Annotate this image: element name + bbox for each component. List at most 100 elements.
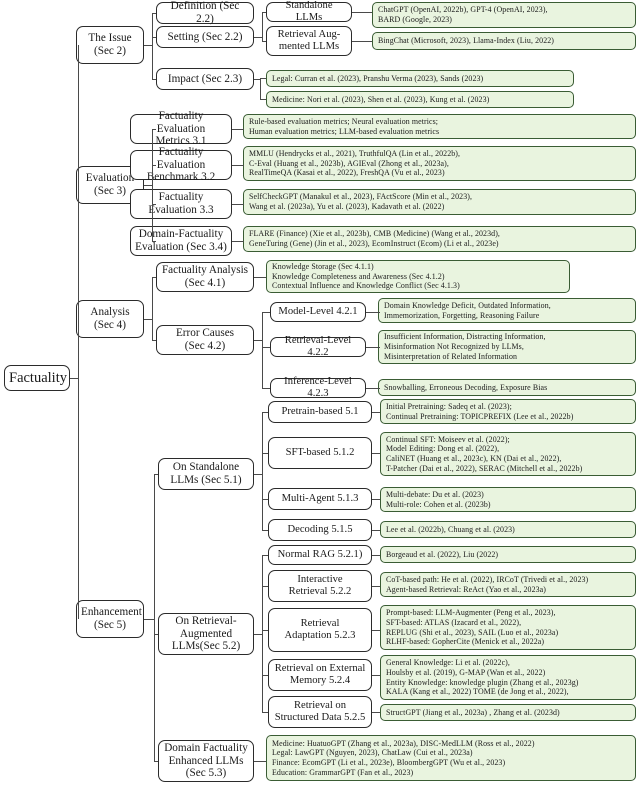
edge-decoding (262, 530, 268, 531)
leaf-impact-legal: Legal: Curran et al. (2023), Pranshu Ver… (266, 70, 574, 87)
edge-external-leaf (372, 675, 380, 676)
leaf-eval33-refs: SelfCheckGPT (Manakul et al., 2023), FAc… (243, 189, 636, 215)
node-analysis: Analysis (Sec 4) (76, 300, 144, 338)
edge-modellevel-leaf (366, 312, 380, 313)
node-eval-metrics: Factuality Evaluation Metrics 3.1 (130, 110, 232, 147)
node-setting: Setting (Sec 2.2) (156, 26, 254, 48)
leaf-impact-medicine: Medicine: Nori et al. (2023), Shen et al… (266, 91, 574, 108)
leaf-multi-agent-refs: Multi-debate: Du et al. (2023) Multi-rol… (380, 487, 636, 512)
node-retrieval-level: Retrieval-Level 4.2.2 (270, 335, 366, 358)
leaf-decoding-refs: Lee et al. (2022b), Chuang et al. (2023) (380, 521, 636, 538)
edge-inference-level (262, 388, 270, 389)
edge-adaptation-leaf (372, 630, 380, 631)
leaf-standalone-refs: ChatGPT (OpenAI, 2022b), GPT-4 (OpenAI, … (372, 2, 636, 28)
node-definition-label: Definition (Sec 2.2) (170, 0, 240, 25)
edge-sft (262, 453, 268, 454)
edge-eval33-leaf (232, 204, 244, 205)
edge-pretrain (262, 412, 268, 413)
edge-setting-rag (262, 41, 266, 42)
node-setting-label: Setting (Sec 2.2) (167, 30, 243, 43)
edge-multiagent-leaf (372, 499, 380, 500)
leaf-adaptation-refs: Prompt-based: LLM-Augmenter (Peng et al.… (380, 605, 636, 650)
edge-enhancement-spine (154, 474, 155, 761)
edge-eval-metrics (152, 129, 156, 130)
edge-benchmark-leaf (232, 165, 244, 166)
node-enhancement-label: Enhancement (Sec 5) (81, 606, 142, 631)
edge-eval-33 (152, 204, 156, 205)
edge-standalone-spine (262, 412, 263, 530)
edge-issue-definition (152, 13, 156, 14)
edge-issue-impact (152, 79, 156, 80)
edge-evaluation-spine (152, 129, 153, 241)
node-domain-enhanced: Domain Factuality Enhanced LLMs (Sec 5.3… (158, 740, 254, 782)
node-impact: Impact (Sec 2.3) (156, 68, 254, 90)
edge-analysis-out (144, 319, 152, 320)
node-standalone-llms: Standalone LLMs (266, 0, 352, 23)
node-rag-llms-label: Retrieval Aug- mented LLMs (277, 29, 341, 52)
edge-structured (262, 712, 268, 713)
edge-multiagent (262, 499, 268, 500)
edge-errorcauses-out (254, 340, 262, 341)
edge-decoding-leaf (372, 530, 380, 531)
node-on-standalone: On Standalone LLMs (Sec 5.1) (158, 458, 254, 490)
edge-impact-spine (260, 78, 261, 100)
edge-issue-out (144, 45, 152, 46)
edge-root-spine (78, 45, 79, 619)
node-root: Factuality (4, 365, 70, 391)
edge-issue-setting (152, 37, 156, 38)
leaf-domain-eval-refs: FLARE (Finance) (Xie et al., 2023b), CMB… (243, 226, 636, 252)
leaf-domain-enhanced-refs: Medicine: HuatuoGPT (Zhang et al., 2023a… (266, 735, 636, 781)
edge-structured-leaf (372, 712, 380, 713)
edge-setting-spine (262, 12, 263, 41)
edge-error-causes (152, 340, 156, 341)
node-eval-benchmark: Factuality Evaluation Benchmark 3.2 (130, 146, 232, 183)
leaf-external-refs: General Knowledge: Li et al. (2022c), Ho… (380, 655, 636, 700)
node-the-issue: The Issue (Sec 2) (76, 26, 144, 64)
edge-external (262, 675, 268, 676)
node-model-level: Model-Level 4.2.1 (270, 302, 366, 322)
node-factuality-analysis: Factuality Analysis (Sec 4.1) (156, 262, 254, 292)
edge-rag-leaf (352, 41, 372, 42)
node-on-rag: On Retrieval- Augmented LLMs(Sec 5.2) (158, 613, 254, 655)
node-the-issue-label: The Issue (Sec 2) (88, 32, 132, 57)
edge-impact-legal (260, 78, 266, 79)
edge-issue-spine (152, 13, 153, 79)
edge-standalone-leaf (352, 12, 372, 13)
leaf-model-level-refs: Domain Knowledge Deficit, Outdated Infor… (378, 298, 636, 323)
leaf-pretrain-refs: Initial Pretraining: Sadeq et al. (2023)… (380, 399, 636, 424)
edge-model-level (262, 312, 270, 313)
leaf-metrics-refs: Rule-based evaluation metrics; Neural ev… (243, 114, 636, 139)
edge-sft-leaf (372, 453, 380, 454)
edge-onrag-spine (262, 555, 263, 712)
edge-normalrag-leaf (372, 555, 380, 556)
edge-on-rag (154, 634, 158, 635)
leaf-sft-refs: Continual SFT: Moiseev et al. (2022); Mo… (380, 432, 636, 476)
node-standalone-llms-label: Standalone LLMs (285, 0, 333, 23)
edge-root-out (70, 378, 78, 379)
edge-domain-enhanced (154, 761, 158, 762)
node-pretrain-based: Pretrain-based 5.1 (268, 401, 372, 423)
node-sft-based: SFT-based 5.1.2 (268, 437, 372, 469)
node-analysis-label: Analysis (Sec 4) (90, 306, 130, 331)
edge-evaluation-out (144, 185, 152, 186)
leaf-analysis-refs: Knowledge Storage (Sec 4.1.1) Knowledge … (266, 260, 570, 293)
leaf-normal-rag-refs: Borgeaud et al. (2022), Liu (2022) (380, 546, 636, 563)
node-interactive-retrieval: Interactive Retrieval 5.2.2 (268, 570, 372, 602)
edge-impact-medicine (260, 99, 266, 100)
edge-domainenh-leaf (254, 761, 266, 762)
node-error-causes: Error Causes (Sec 4.2) (156, 325, 254, 355)
leaf-interactive-refs: CoT-based path: He et al. (2022), IRCoT … (380, 572, 636, 597)
edge-interactive-leaf (372, 586, 380, 587)
edge-onrag-out (254, 634, 262, 635)
node-domain-eval: Domain-Factuality Evaluation (Sec 3.4) (130, 226, 232, 256)
node-definition: Definition (Sec 2.2) (156, 0, 254, 25)
leaf-retrieval-level-refs: Insufficient Information, Distracting In… (378, 330, 636, 364)
edge-normalrag (262, 555, 268, 556)
edge-metrics-leaf (232, 129, 244, 130)
node-enhancement: Enhancement (Sec 5) (76, 600, 144, 638)
node-multi-agent: Multi-Agent 5.1.3 (268, 488, 372, 510)
edge-on-standalone (154, 474, 158, 475)
node-root-label: Factuality (9, 369, 67, 386)
leaf-inference-level-refs: Snowballing, Erroneous Decoding, Exposur… (378, 379, 636, 396)
edge-analysis-spine (152, 277, 153, 340)
